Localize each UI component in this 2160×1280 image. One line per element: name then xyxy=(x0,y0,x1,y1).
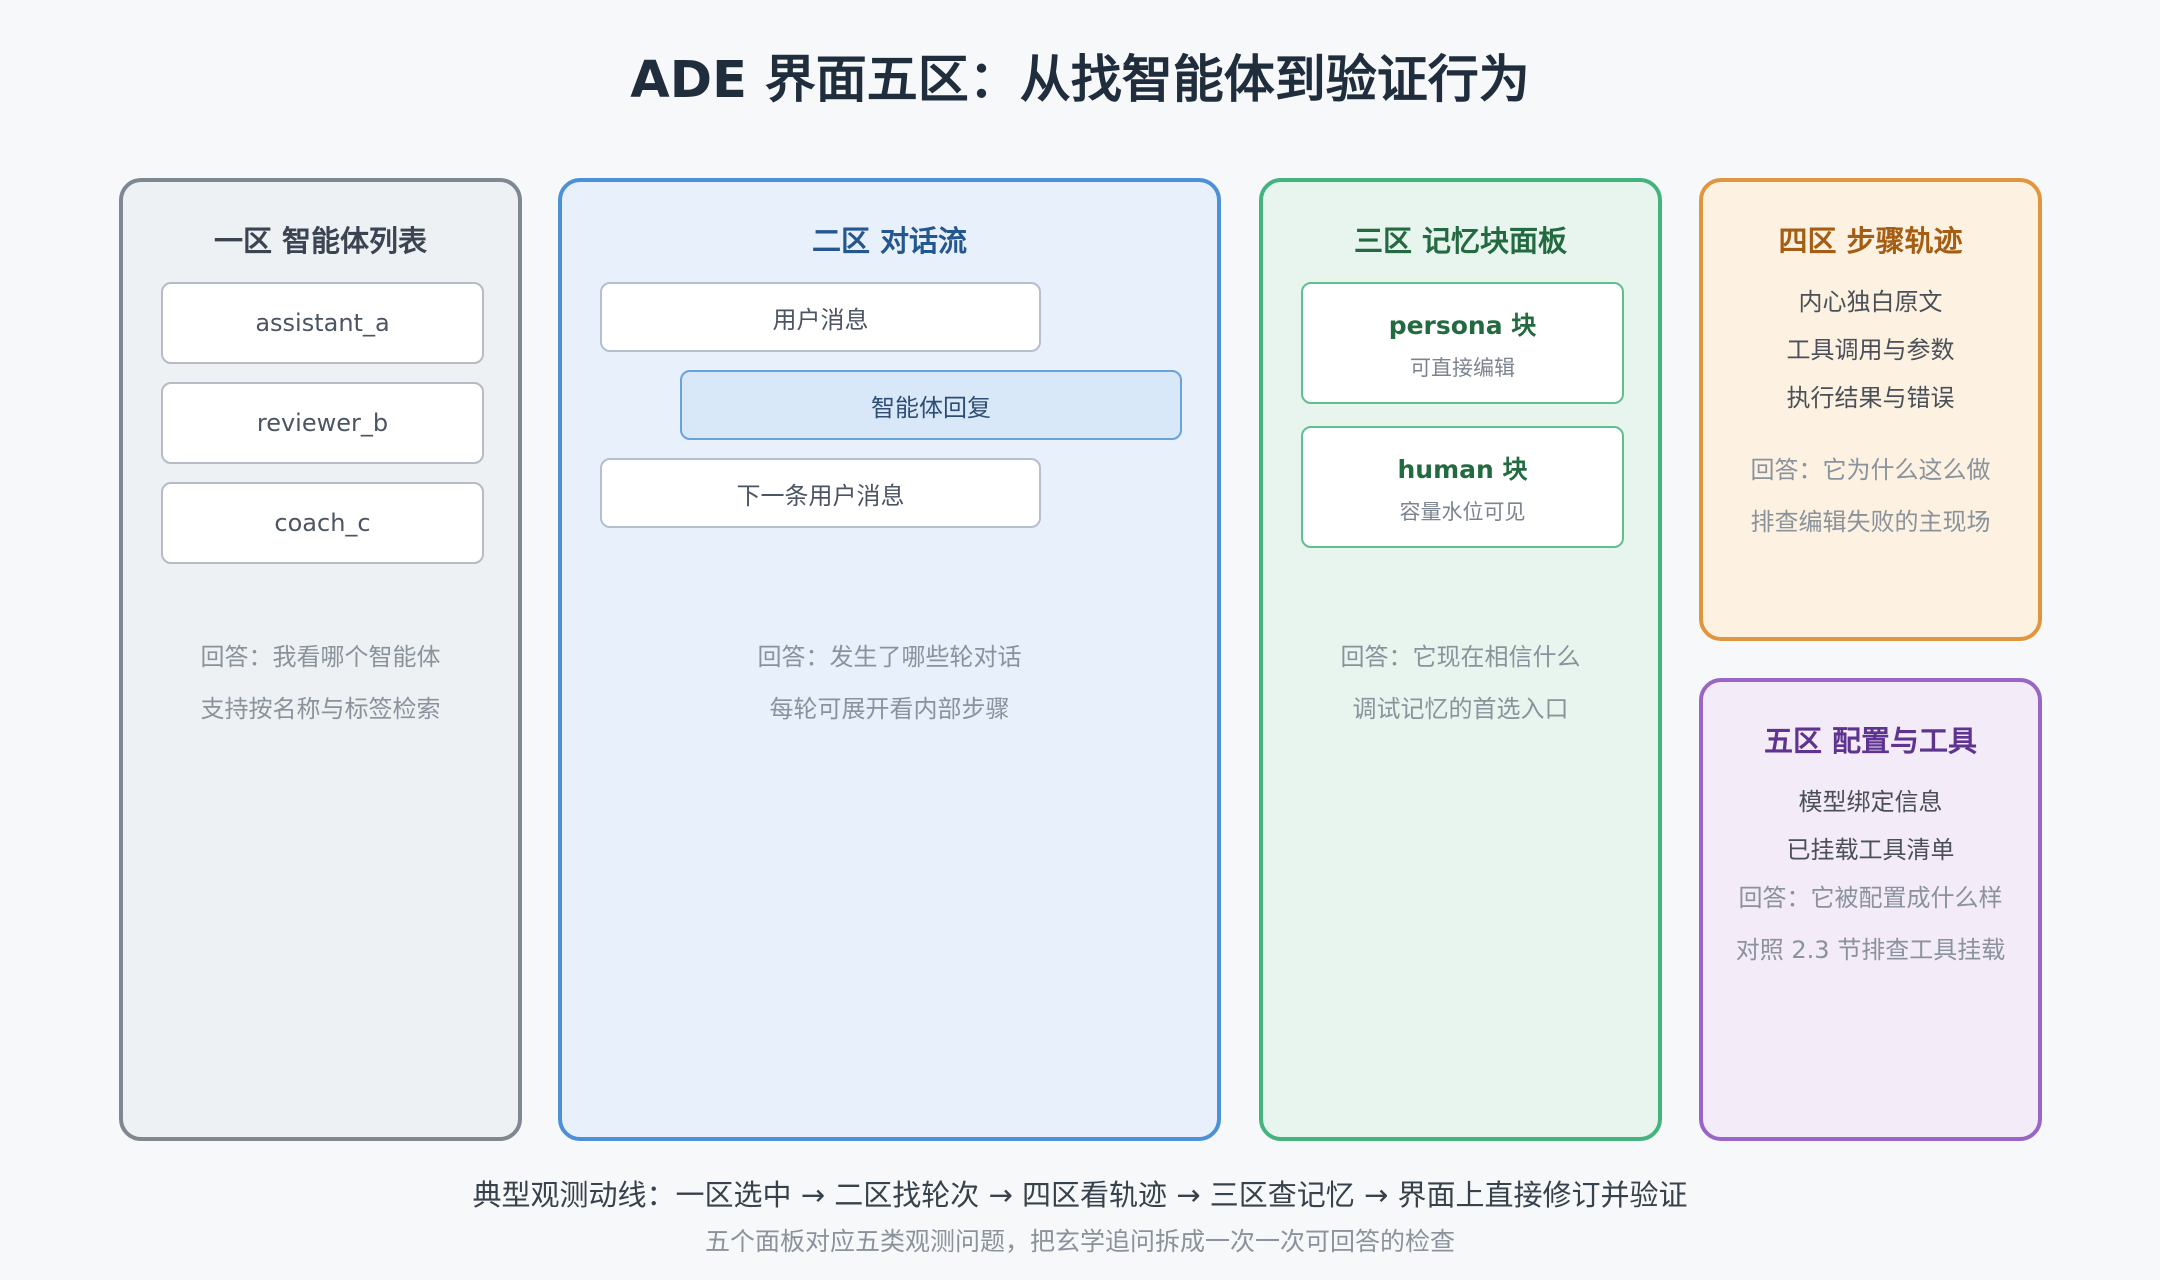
observation-flow-caption: 典型观测动线：一区选中 → 二区找轮次 → 四区看轨迹 → 三区查记忆 → 界面… xyxy=(472,1178,1688,1212)
zone1-note: 回答：我看哪个智能体 xyxy=(200,643,441,671)
zone4-step-trace-panel: 四区 步骤轨迹 内心独白原文 工具调用与参数 执行结果与错误 回答：它为什么这么… xyxy=(1699,178,2042,641)
user-message-bubble[interactable]: 用户消息 xyxy=(600,282,1041,352)
zone1-agent-list-panel: 一区 智能体列表 assistant_a reviewer_b coach_c … xyxy=(119,178,522,1141)
zone4-note: 回答：它为什么这么做 xyxy=(1750,456,1991,484)
zone3-title: 三区 记忆块面板 xyxy=(1353,224,1568,258)
human-block-card[interactable]: human 块 容量水位可见 xyxy=(1301,426,1624,548)
zone2-conversation-panel: 二区 对话流 用户消息 智能体回复 下一条用户消息 回答：发生了哪些轮对话 每轮… xyxy=(558,178,1221,1141)
zone3-memory-panel: 三区 记忆块面板 persona 块 可直接编辑 human 块 容量水位可见 … xyxy=(1259,178,1662,1141)
zone3-note: 调试记忆的首选入口 xyxy=(1352,695,1569,723)
human-block-desc: 容量水位可见 xyxy=(1399,500,1526,524)
zone4-note: 排查编辑失败的主现场 xyxy=(1750,508,1991,536)
zone5-title: 五区 配置与工具 xyxy=(1763,724,1978,758)
persona-block-card[interactable]: persona 块 可直接编辑 xyxy=(1301,282,1624,404)
agent-item-assistant-a[interactable]: assistant_a xyxy=(161,282,484,364)
human-block-name: human 块 xyxy=(1397,455,1528,484)
zone2-note: 每轮可展开看内部步骤 xyxy=(769,695,1010,723)
zone5-config-tools-panel: 五区 配置与工具 模型绑定信息 已挂载工具清单 回答：它被配置成什么样 对照 2… xyxy=(1699,678,2042,1141)
persona-block-desc: 可直接编辑 xyxy=(1410,356,1515,380)
agent-item-coach-c[interactable]: coach_c xyxy=(161,482,484,564)
zone4-item: 内心独白原文 xyxy=(1798,288,1943,316)
zone2-title: 二区 对话流 xyxy=(811,224,968,258)
zone4-item: 工具调用与参数 xyxy=(1786,336,1955,364)
zone3-note: 回答：它现在相信什么 xyxy=(1340,643,1581,671)
next-user-message-bubble[interactable]: 下一条用户消息 xyxy=(600,458,1041,528)
zone5-item: 模型绑定信息 xyxy=(1798,788,1943,816)
zone4-item: 执行结果与错误 xyxy=(1786,384,1955,412)
agent-reply-bubble[interactable]: 智能体回复 xyxy=(680,370,1182,440)
zone5-note: 对照 2.3 节排查工具挂载 xyxy=(1735,936,2006,964)
zone2-note: 回答：发生了哪些轮对话 xyxy=(757,643,1022,671)
agent-item-reviewer-b[interactable]: reviewer_b xyxy=(161,382,484,464)
zone5-item: 已挂载工具清单 xyxy=(1786,836,1955,864)
page-title: ADE 界面五区：从找智能体到验证行为 xyxy=(630,51,1530,110)
zone4-title: 四区 步骤轨迹 xyxy=(1778,224,1963,258)
summary-caption: 五个面板对应五类观测问题，把玄学追问拆成一次一次可回答的检查 xyxy=(704,1227,1455,1256)
zone1-title: 一区 智能体列表 xyxy=(213,224,428,258)
zone1-note: 支持按名称与标签检索 xyxy=(200,695,441,723)
zone5-note: 回答：它被配置成什么样 xyxy=(1738,884,2003,912)
persona-block-name: persona 块 xyxy=(1388,311,1537,340)
